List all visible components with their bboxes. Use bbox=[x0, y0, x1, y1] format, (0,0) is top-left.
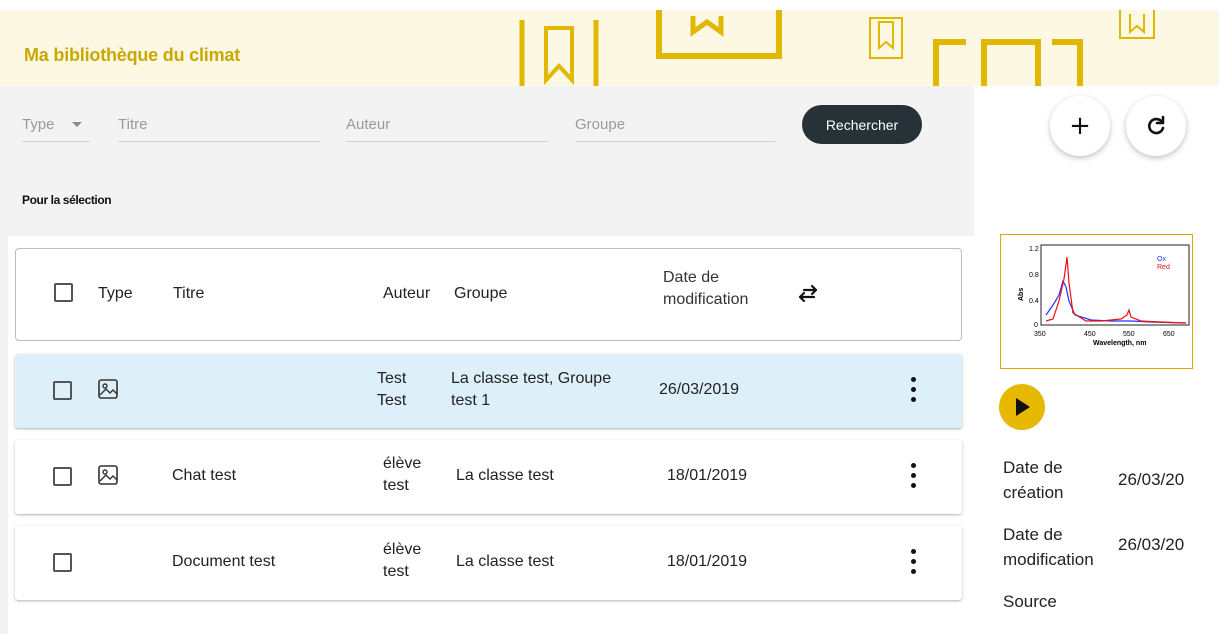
y-tick-label: 0 bbox=[1034, 322, 1038, 329]
spectrum-preview-chart: 1.2 0.8 0.4 0 Abs 350 450 550 650 Wavele… bbox=[1018, 244, 1190, 347]
refresh-button[interactable] bbox=[1126, 96, 1186, 156]
row-checkbox[interactable] bbox=[53, 467, 72, 486]
row-checkbox[interactable] bbox=[53, 381, 72, 400]
created-date-label: Date de création bbox=[1003, 455, 1063, 505]
column-header-type[interactable]: Type bbox=[98, 283, 133, 305]
modified-date-value: 26/03/20 bbox=[1118, 535, 1185, 554]
row-title: Document test bbox=[172, 553, 276, 570]
bookmark-decoration-icon bbox=[933, 39, 1083, 86]
row-author-line1: Test bbox=[377, 370, 407, 387]
column-header-group[interactable]: Groupe bbox=[454, 283, 507, 305]
row-author: élève test bbox=[383, 453, 421, 497]
created-date-value: 26/03/20 bbox=[1118, 470, 1185, 489]
swap-sort-icon[interactable] bbox=[796, 283, 820, 305]
x-tick-label: 450 bbox=[1084, 331, 1096, 338]
plus-icon: + bbox=[1069, 111, 1091, 141]
refresh-icon bbox=[1148, 115, 1165, 135]
row-author-line2: test bbox=[383, 563, 409, 580]
legend-ox: Ox bbox=[1157, 256, 1166, 263]
bookmark-decoration-icon bbox=[869, 17, 903, 59]
chevron-down-icon bbox=[72, 122, 82, 127]
page-title: Ma bibliothèque du climat bbox=[24, 45, 241, 65]
table-header: Type Titre Auteur Groupe Date de modific… bbox=[15, 248, 962, 341]
y-axis-label: Abs bbox=[1018, 288, 1025, 301]
row-checkbox[interactable] bbox=[53, 553, 72, 572]
type-filter-select[interactable]: Type bbox=[22, 116, 90, 142]
column-header-title[interactable]: Titre bbox=[173, 283, 204, 305]
row-author-line2: Test bbox=[377, 392, 407, 409]
more-options-icon[interactable] bbox=[908, 463, 918, 489]
x-tick-label: 650 bbox=[1163, 331, 1175, 338]
y-tick-label: 0.4 bbox=[1029, 298, 1039, 305]
source-label: Source bbox=[1003, 592, 1057, 611]
y-tick-label: 1.2 bbox=[1029, 246, 1039, 253]
column-header-date-line2: modification bbox=[663, 291, 749, 308]
bookmark-decoration-icon bbox=[519, 20, 599, 96]
row-group-line1: La classe test, Groupe bbox=[451, 370, 612, 387]
row-author-line2: test bbox=[383, 477, 409, 494]
created-date-label-line1: Date de bbox=[1003, 458, 1063, 477]
add-document-button[interactable]: + bbox=[1050, 96, 1110, 156]
column-header-date[interactable]: Date de modification bbox=[663, 267, 748, 311]
legend-red: Red bbox=[1157, 264, 1170, 271]
select-all-checkbox[interactable] bbox=[54, 283, 73, 302]
document-preview[interactable]: 1.2 0.8 0.4 0 Abs 350 450 550 650 Wavele… bbox=[1000, 234, 1193, 369]
row-date: 18/01/2019 bbox=[667, 467, 748, 484]
row-author: Test Test bbox=[377, 368, 406, 412]
modified-date-label-line1: Date de bbox=[1003, 525, 1063, 544]
play-button[interactable] bbox=[999, 384, 1045, 430]
bookmark-decoration-icon bbox=[656, 10, 782, 59]
author-search-input[interactable] bbox=[346, 116, 548, 133]
group-search-field[interactable] bbox=[575, 116, 775, 142]
search-button[interactable]: Rechercher bbox=[802, 105, 922, 144]
row-date: 18/01/2019 bbox=[667, 553, 748, 570]
title-search-field[interactable] bbox=[118, 116, 320, 142]
row-group: La classe test bbox=[456, 467, 554, 484]
author-search-field[interactable] bbox=[346, 116, 548, 142]
row-group: La classe test bbox=[456, 553, 554, 570]
row-author: élève test bbox=[383, 539, 421, 583]
y-tick-label: 0.8 bbox=[1029, 272, 1039, 279]
image-type-icon bbox=[98, 379, 118, 399]
selection-actions-label: Pour la sélection bbox=[22, 193, 112, 207]
table-row[interactable]: Document test élève test La classe test … bbox=[15, 526, 962, 600]
image-type-icon bbox=[98, 465, 118, 485]
x-tick-label: 550 bbox=[1123, 331, 1135, 338]
play-icon bbox=[1016, 398, 1030, 416]
row-group-line2: test 1 bbox=[451, 392, 491, 409]
x-axis-label: Wavelength, nm bbox=[1093, 340, 1146, 347]
bookmark-decoration-icon bbox=[1119, 10, 1155, 39]
more-options-icon[interactable] bbox=[908, 377, 918, 403]
column-header-author[interactable]: Auteur bbox=[383, 283, 430, 305]
row-author-line1: élève bbox=[383, 541, 422, 558]
title-search-input[interactable] bbox=[118, 116, 320, 133]
row-date: 26/03/2019 bbox=[659, 381, 740, 398]
created-date-label-line2: création bbox=[1003, 483, 1064, 502]
more-options-icon[interactable] bbox=[908, 549, 918, 575]
column-header-date-line1: Date de bbox=[663, 269, 720, 286]
app-header: Ma bibliothèque du climat bbox=[0, 10, 1219, 96]
row-title: Chat test bbox=[172, 467, 237, 484]
table-row[interactable]: Test Test La classe test, Groupe test 1 … bbox=[15, 354, 962, 428]
type-filter-label: Type bbox=[22, 116, 55, 133]
series-ox-line bbox=[1045, 279, 1187, 324]
row-author-line1: élève bbox=[383, 455, 422, 472]
modified-date-label-line2: modification bbox=[1003, 550, 1094, 569]
row-group: La classe test, Groupe test 1 bbox=[451, 368, 611, 412]
group-search-input[interactable] bbox=[575, 116, 775, 133]
modified-date-label: Date de modification bbox=[1003, 522, 1094, 572]
x-tick-label: 350 bbox=[1034, 331, 1046, 338]
table-row[interactable]: Chat test élève test La classe test 18/0… bbox=[15, 440, 962, 514]
